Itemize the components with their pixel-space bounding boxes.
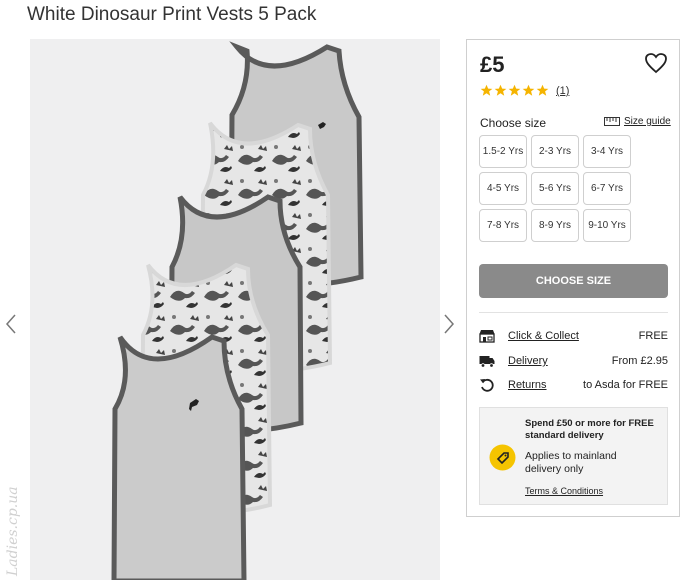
- terms-conditions-link[interactable]: Terms & Conditions: [525, 486, 603, 496]
- star-icon: [494, 84, 507, 96]
- product-title: White Dinosaur Print Vests 5 Pack: [27, 4, 317, 25]
- size-option[interactable]: 9-10 Yrs: [583, 209, 631, 242]
- delivery-link[interactable]: Delivery: [508, 355, 548, 367]
- size-guide-label: Size guide: [624, 116, 671, 127]
- watermark: Ladies.cp.ua: [5, 486, 21, 577]
- star-icon: [536, 84, 549, 96]
- returns-link[interactable]: Returns: [508, 379, 547, 391]
- size-option[interactable]: 5-6 Yrs: [531, 172, 579, 205]
- promo-heading: Spend £50 or more for FREE standard deli…: [525, 418, 654, 441]
- size-option[interactable]: 8-9 Yrs: [531, 209, 579, 242]
- purchase-panel: £5 (1) Choose size Size guide 1.5-2 Yrs …: [466, 39, 680, 517]
- store-icon: [479, 330, 495, 343]
- choose-size-label: Choose size: [480, 116, 547, 130]
- star-icon: [522, 84, 535, 96]
- rating-stars: [480, 84, 549, 97]
- delivery-value: From £2.95: [611, 355, 668, 367]
- size-option[interactable]: 3-4 Yrs: [583, 135, 631, 168]
- size-guide-link[interactable]: Size guide: [604, 116, 671, 127]
- chevron-left-icon[interactable]: [3, 312, 19, 336]
- size-option[interactable]: 6-7 Yrs: [583, 172, 631, 205]
- chevron-right-icon[interactable]: [441, 312, 457, 336]
- heart-icon[interactable]: [644, 52, 668, 74]
- size-options: 1.5-2 Yrs 2-3 Yrs 3-4 Yrs 4-5 Yrs 5-6 Yr…: [479, 135, 631, 242]
- price: £5: [480, 52, 505, 77]
- divider: [479, 312, 668, 313]
- promo-text: Applies to mainland delivery only: [525, 450, 617, 475]
- returns-value: to Asda for FREE: [583, 379, 668, 391]
- click-collect-link[interactable]: Click & Collect: [508, 330, 579, 342]
- truck-icon: [479, 356, 495, 368]
- product-image[interactable]: [30, 39, 440, 580]
- return-icon: [480, 378, 494, 392]
- svg-text:Ladies.cp.ua: Ladies.cp.ua: [5, 486, 21, 577]
- star-icon: [480, 84, 493, 96]
- size-option[interactable]: 1.5-2 Yrs: [479, 135, 527, 168]
- size-option[interactable]: 4-5 Yrs: [479, 172, 527, 205]
- star-icon: [508, 84, 521, 96]
- tag-icon: [489, 444, 516, 471]
- delivery-row-returns: Returns to Asda for FREE: [479, 377, 668, 395]
- vests-illustration: [111, 41, 364, 580]
- size-option[interactable]: 2-3 Yrs: [531, 135, 579, 168]
- click-collect-value: FREE: [638, 330, 668, 342]
- free-delivery-promo: Spend £50 or more for FREE standard deli…: [479, 407, 668, 505]
- ruler-icon: [604, 117, 620, 126]
- delivery-row-click-collect: Click & Collect FREE: [479, 328, 668, 346]
- choose-size-button[interactable]: CHOOSE SIZE: [479, 264, 668, 298]
- rating-count-link[interactable]: (1): [556, 85, 569, 97]
- delivery-row-delivery: Delivery From £2.95: [479, 353, 668, 371]
- size-option[interactable]: 7-8 Yrs: [479, 209, 527, 242]
